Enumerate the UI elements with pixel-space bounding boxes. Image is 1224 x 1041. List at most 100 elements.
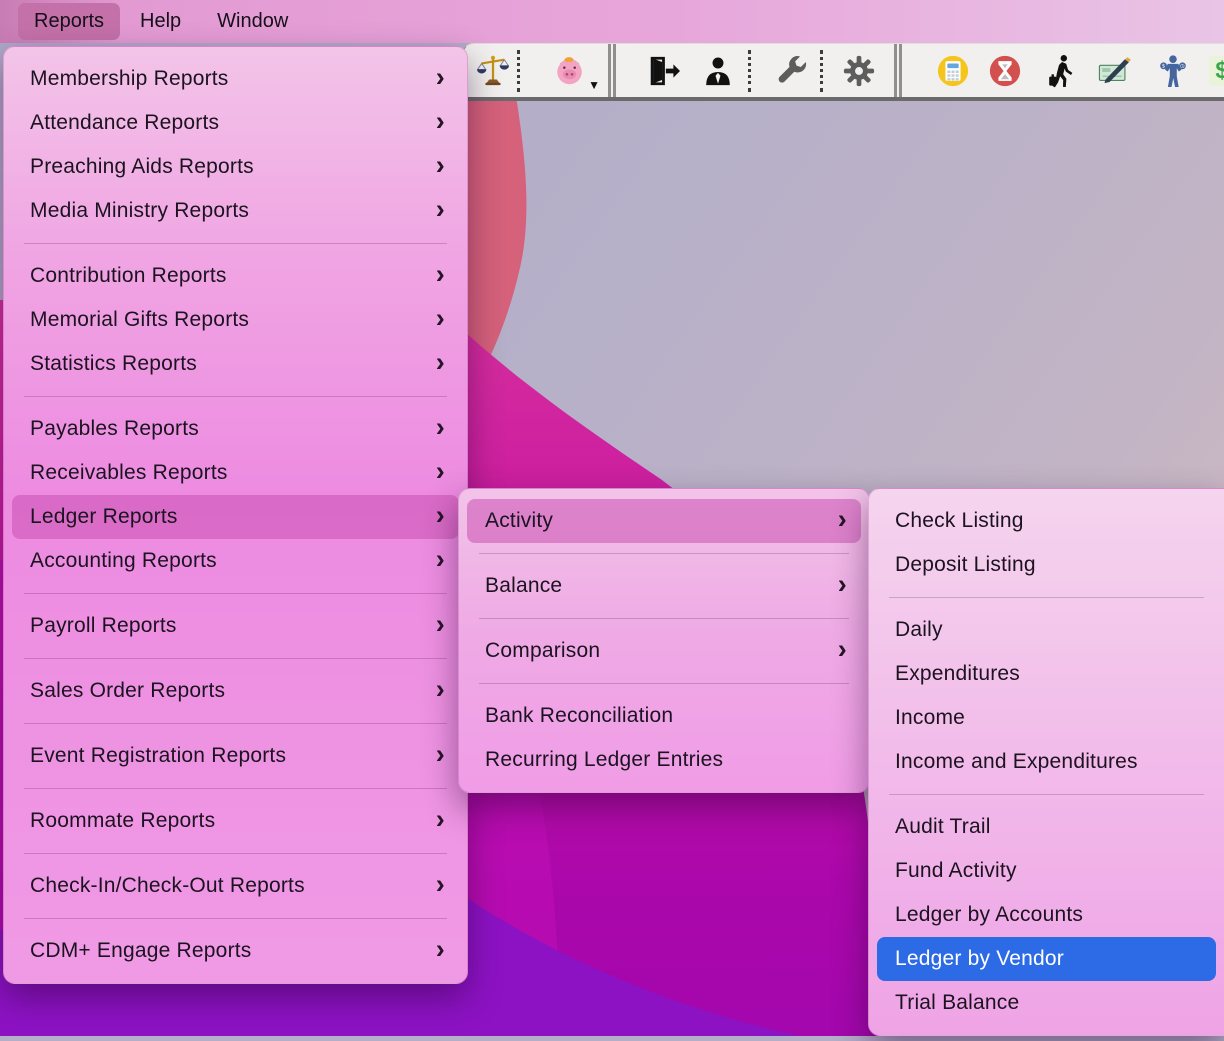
menu-item-label: Trial Balance — [895, 991, 1019, 1015]
menu-item-contribution-reports[interactable]: Contribution Reports› — [12, 254, 459, 298]
menu-item-daily[interactable]: Daily — [877, 608, 1216, 652]
menu-item-media-ministry-reports[interactable]: Media Ministry Reports › — [12, 189, 459, 233]
menu-item-balance[interactable]: Balance› — [467, 564, 861, 608]
chevron-right-icon: › — [436, 349, 445, 379]
menu-item-label: CDM+ Engage Reports — [30, 939, 252, 963]
menu-item-label: Preaching Aids Reports — [30, 155, 254, 179]
chevron-right-icon: › — [436, 458, 445, 488]
menubar-item-window[interactable]: Window — [201, 3, 304, 40]
menu-item-income-and-expenditures[interactable]: Income and Expenditures — [877, 740, 1216, 784]
menu-item-statistics-reports[interactable]: Statistics Reports › — [12, 342, 459, 386]
menu-item-label: Attendance Reports — [30, 111, 219, 135]
menu-item-label: Balance — [485, 574, 562, 598]
chevron-right-icon: › — [436, 676, 445, 706]
check-writing-icon[interactable] — [1097, 53, 1133, 89]
menu-item-fund-activity[interactable]: Fund Activity — [877, 849, 1216, 893]
chevron-right-icon: › — [436, 196, 445, 226]
menu-item-label: Daily — [895, 618, 943, 642]
traveler-icon[interactable] — [1043, 53, 1079, 89]
menu-item-label: Memorial Gifts Reports — [30, 308, 249, 332]
ledger-reports-submenu: Activity›Balance›Comparison›Bank Reconci… — [458, 488, 870, 793]
menu-separator — [889, 794, 1204, 795]
menu-item-check-in-check-out-reports[interactable]: Check-In/Check-Out Reports › — [12, 864, 459, 908]
menu-separator — [24, 396, 447, 397]
menu-item-trial-balance[interactable]: Trial Balance — [877, 981, 1216, 1025]
menu-item-label: Check-In/Check-Out Reports — [30, 874, 305, 898]
menu-item-ledger-by-accounts[interactable]: Ledger by Accounts — [877, 893, 1216, 937]
menu-item-ledger-by-vendor[interactable]: Ledger by Vendor — [877, 937, 1216, 981]
toolbar-separator — [894, 44, 902, 98]
activity-submenu: Check Listing Deposit Listing Daily Expendi… — [868, 488, 1224, 1036]
menu-item-check-listing[interactable]: Check Listing — [877, 499, 1216, 543]
calculator-icon[interactable] — [935, 53, 971, 89]
menu-item-ledger-reports[interactable]: Ledger Reports› — [12, 495, 459, 539]
menu-separator — [24, 918, 447, 919]
menu-item-payroll-reports[interactable]: Payroll Reports› — [12, 604, 459, 648]
menu-item-event-registration-reports[interactable]: Event Registration Reports › — [12, 734, 459, 778]
dropdown-arrow-icon: ▼ — [588, 78, 600, 92]
menu-item-label: Accounting Reports — [30, 549, 217, 573]
menu-separator — [889, 597, 1204, 598]
menu-item-label: Comparison — [485, 639, 600, 663]
menu-item-cdm-engage-reports[interactable]: CDM+ Engage Reports› — [12, 929, 459, 973]
menu-item-income[interactable]: Income — [877, 696, 1216, 740]
menu-item-roommate-reports[interactable]: Roommate Reports › — [12, 799, 459, 843]
toolbar-separator — [517, 50, 520, 92]
menu-item-label: Sales Order Reports — [30, 679, 225, 703]
menu-item-label: Income and Expenditures — [895, 750, 1138, 774]
menu-item-audit-trail[interactable]: Audit Trail — [877, 805, 1216, 849]
menu-item-label: Audit Trail — [895, 815, 991, 839]
chevron-right-icon: › — [436, 871, 445, 901]
menu-item-preaching-aids-reports[interactable]: Preaching Aids Reports › — [12, 145, 459, 189]
menu-item-label: Contribution Reports — [30, 264, 227, 288]
menu-separator — [479, 618, 849, 619]
chevron-right-icon: › — [436, 305, 445, 335]
menu-item-deposit-listing[interactable]: Deposit Listing — [877, 543, 1216, 587]
menu-item-label: Roommate Reports — [30, 809, 215, 833]
chevron-right-icon: › — [838, 506, 847, 536]
menu-item-label: Bank Reconciliation — [485, 704, 673, 728]
menu-item-label: Recurring Ledger Entries — [485, 748, 723, 772]
hourglass-icon[interactable] — [987, 53, 1023, 89]
menubar-item-help[interactable]: Help — [124, 3, 197, 40]
chevron-right-icon: › — [436, 414, 445, 444]
scales-icon[interactable] — [475, 53, 511, 89]
chevron-right-icon: › — [436, 152, 445, 182]
gear-icon[interactable] — [841, 53, 877, 89]
menu-separator — [24, 853, 447, 854]
menu-item-label: Deposit Listing — [895, 553, 1036, 577]
menu-item-receivables-reports[interactable]: Receivables Reports› — [12, 451, 459, 495]
chevron-right-icon: › — [436, 741, 445, 771]
menu-item-sales-order-reports[interactable]: Sales Order Reports › — [12, 669, 459, 713]
menu-item-bank-reconciliation[interactable]: Bank Reconciliation — [467, 694, 861, 738]
piggy-bank-icon[interactable]: ▼ — [552, 53, 588, 89]
menu-item-payables-reports[interactable]: Payables Reports› — [12, 407, 459, 451]
menu-item-label: Ledger by Vendor — [895, 947, 1064, 971]
menu-item-comparison[interactable]: Comparison› — [467, 629, 861, 673]
toolbar-separator — [820, 50, 823, 92]
wrench-icon[interactable] — [774, 53, 810, 89]
person-record-icon[interactable] — [700, 53, 736, 89]
chevron-right-icon: › — [436, 546, 445, 576]
menu-item-label: Event Registration Reports — [30, 744, 286, 768]
menu-item-recurring-ledger-entries[interactable]: Recurring Ledger Entries — [467, 738, 861, 782]
menubar-item-reports[interactable]: Reports — [18, 3, 120, 40]
dollar-icon[interactable]: $ — [1209, 56, 1224, 86]
menu-item-label: Fund Activity — [895, 859, 1017, 883]
menu-item-label: Media Ministry Reports — [30, 199, 249, 223]
menu-item-activity[interactable]: Activity› — [467, 499, 861, 543]
menu-item-memorial-gifts-reports[interactable]: Memorial Gifts Reports › — [12, 298, 459, 342]
menu-item-expenditures[interactable]: Expenditures — [877, 652, 1216, 696]
reports-menu: Membership Reports›Attendance Reports›Pr… — [3, 46, 468, 984]
menu-item-attendance-reports[interactable]: Attendance Reports› — [12, 101, 459, 145]
chevron-right-icon: › — [436, 611, 445, 641]
menu-item-accounting-reports[interactable]: Accounting Reports › — [12, 539, 459, 583]
payroll-person-icon[interactable]: $ ◷ — [1155, 53, 1191, 89]
menu-item-membership-reports[interactable]: Membership Reports› — [12, 57, 459, 101]
menu-item-label: Expenditures — [895, 662, 1020, 686]
chevron-right-icon: › — [436, 806, 445, 836]
menu-separator — [479, 683, 849, 684]
door-exit-icon[interactable] — [645, 53, 681, 89]
toolbar-separator — [608, 44, 616, 98]
menu-item-label: Statistics Reports — [30, 352, 197, 376]
